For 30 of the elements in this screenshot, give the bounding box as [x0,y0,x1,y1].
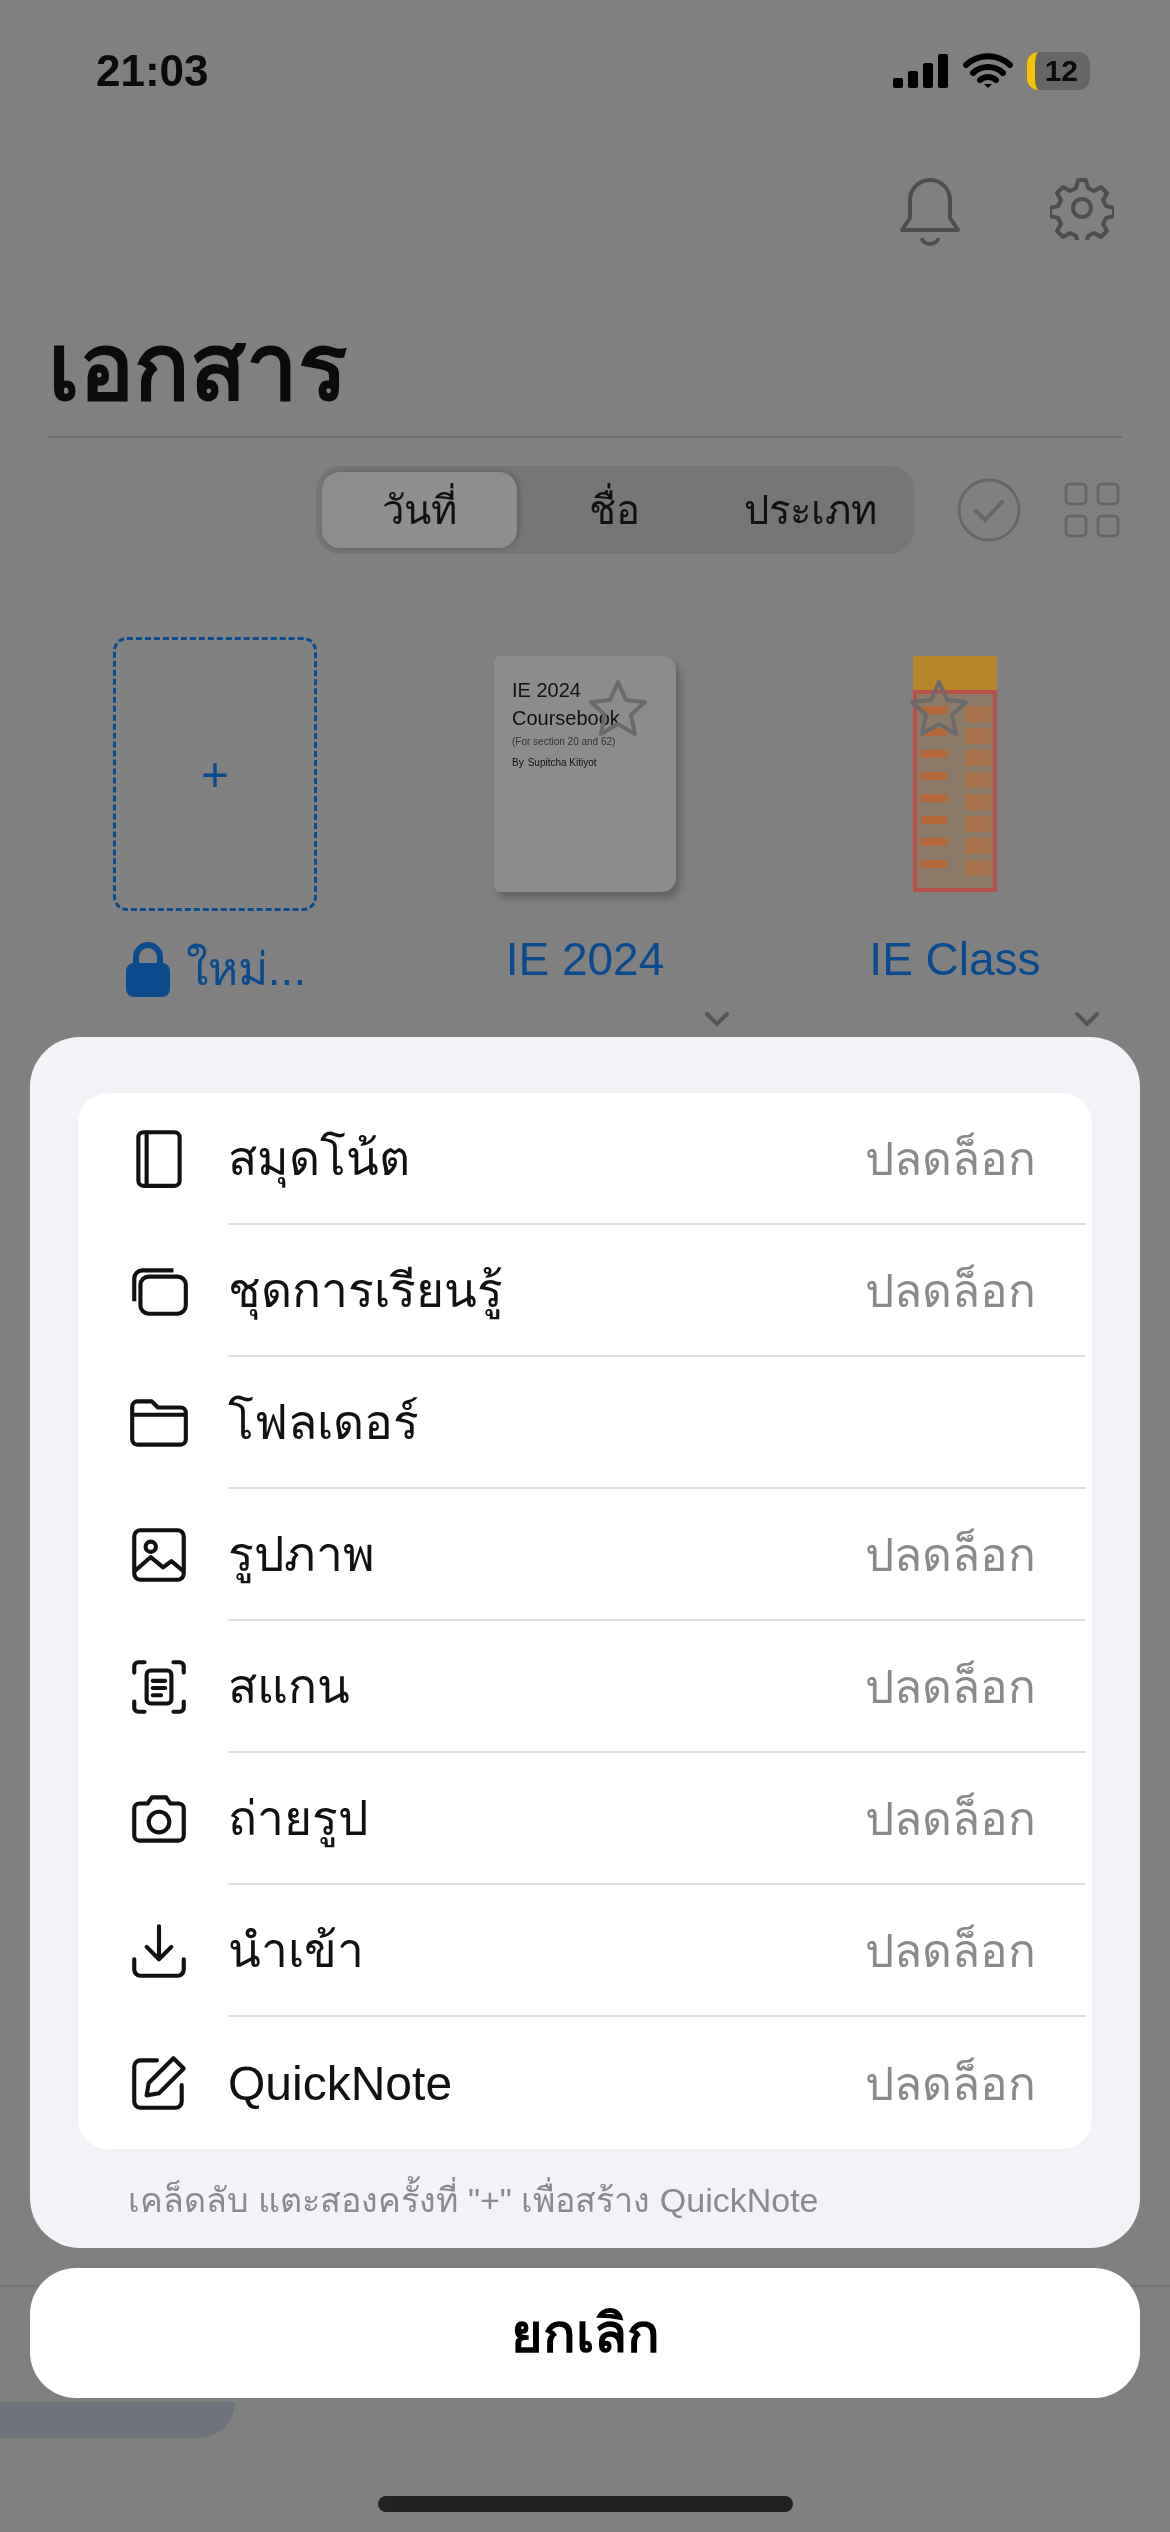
status-time: 21:03 [96,46,209,96]
menu-item[interactable]: สมุดโน้ต ปลดล็อก [78,1093,1092,1225]
page-title: เอกสาร [48,315,348,420]
sort-tab[interactable]: วันที่ [322,472,518,549]
cover-by: By [512,757,524,769]
document-cover[interactable]: IE 2024 Coursebook (For section 20 and 62) By Supitcha Kitiyot [494,656,676,893]
tip-text: เคล็ดลับ แตะสองครั้งที่ "+" เพื่อสร้าง QuickNote [78,2149,1092,2227]
menu-item[interactable]: นำเข้า ปลดล็อก [78,1885,1092,2017]
settings-icon[interactable] [1050,176,1114,240]
menu-item[interactable]: โฟลเดอร์ [78,1357,1092,1489]
menu-item[interactable]: QuickNote ปลดล็อก [78,2017,1092,2149]
signal-icon [892,54,949,88]
cover-author: Supitcha Kitiyot [527,757,597,769]
chevron-down-icon[interactable] [1074,1011,1100,1028]
chevron-down-icon[interactable] [704,1011,730,1028]
menu-item[interactable]: ชุดการเรียนรู้ ปลดล็อก [78,1225,1092,1357]
battery-indicator: 12 [1026,52,1090,90]
menu-item[interactable]: ถ่ายรูป ปลดล็อก [78,1753,1092,1885]
bell-icon[interactable] [898,176,962,248]
wifi-icon [962,53,1013,89]
cover-subtitle: Coursebook [512,706,621,732]
grid-icon[interactable] [1064,482,1120,539]
menu-item[interactable]: รูปภาพ ปลดล็อก [78,1489,1092,1621]
cancel-button[interactable]: ยกเลิก [30,2268,1140,2398]
sort-tab[interactable]: ชื่อ [517,472,713,549]
menu-item[interactable]: สแกน ปลดล็อก [78,1621,1092,1753]
cover-note: (For section 20 and 62) [512,736,617,748]
cover-title: IE 2024 [512,678,582,704]
checkmark-circle-icon[interactable] [956,477,1022,544]
sort-tab[interactable]: ประเภท [712,472,908,549]
